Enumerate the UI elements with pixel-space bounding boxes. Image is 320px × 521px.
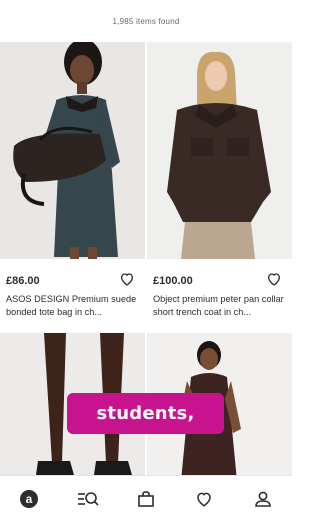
save-heart-icon[interactable] [119, 271, 135, 287]
results-count: 1,985 items found [112, 16, 180, 26]
search-menu-icon[interactable] [76, 487, 100, 511]
product-title[interactable]: ASOS DESIGN Premium suede bonded tote ba… [6, 293, 142, 318]
saved-heart-icon[interactable] [192, 487, 216, 511]
product-price: £86.00 [6, 275, 40, 287]
product-image[interactable] [0, 42, 145, 259]
save-heart-icon[interactable] [266, 271, 282, 287]
home-logo-icon[interactable]: a [17, 487, 41, 511]
bottom-nav: a [0, 475, 292, 521]
product-price: £100.00 [153, 275, 193, 287]
bag-icon[interactable] [134, 487, 158, 511]
svg-text:a: a [26, 492, 33, 506]
product-title[interactable]: Object premium peter pan collar short tr… [153, 293, 289, 318]
overlay-caption: students, [67, 393, 224, 434]
product-image[interactable] [147, 42, 292, 259]
account-icon[interactable] [251, 487, 275, 511]
